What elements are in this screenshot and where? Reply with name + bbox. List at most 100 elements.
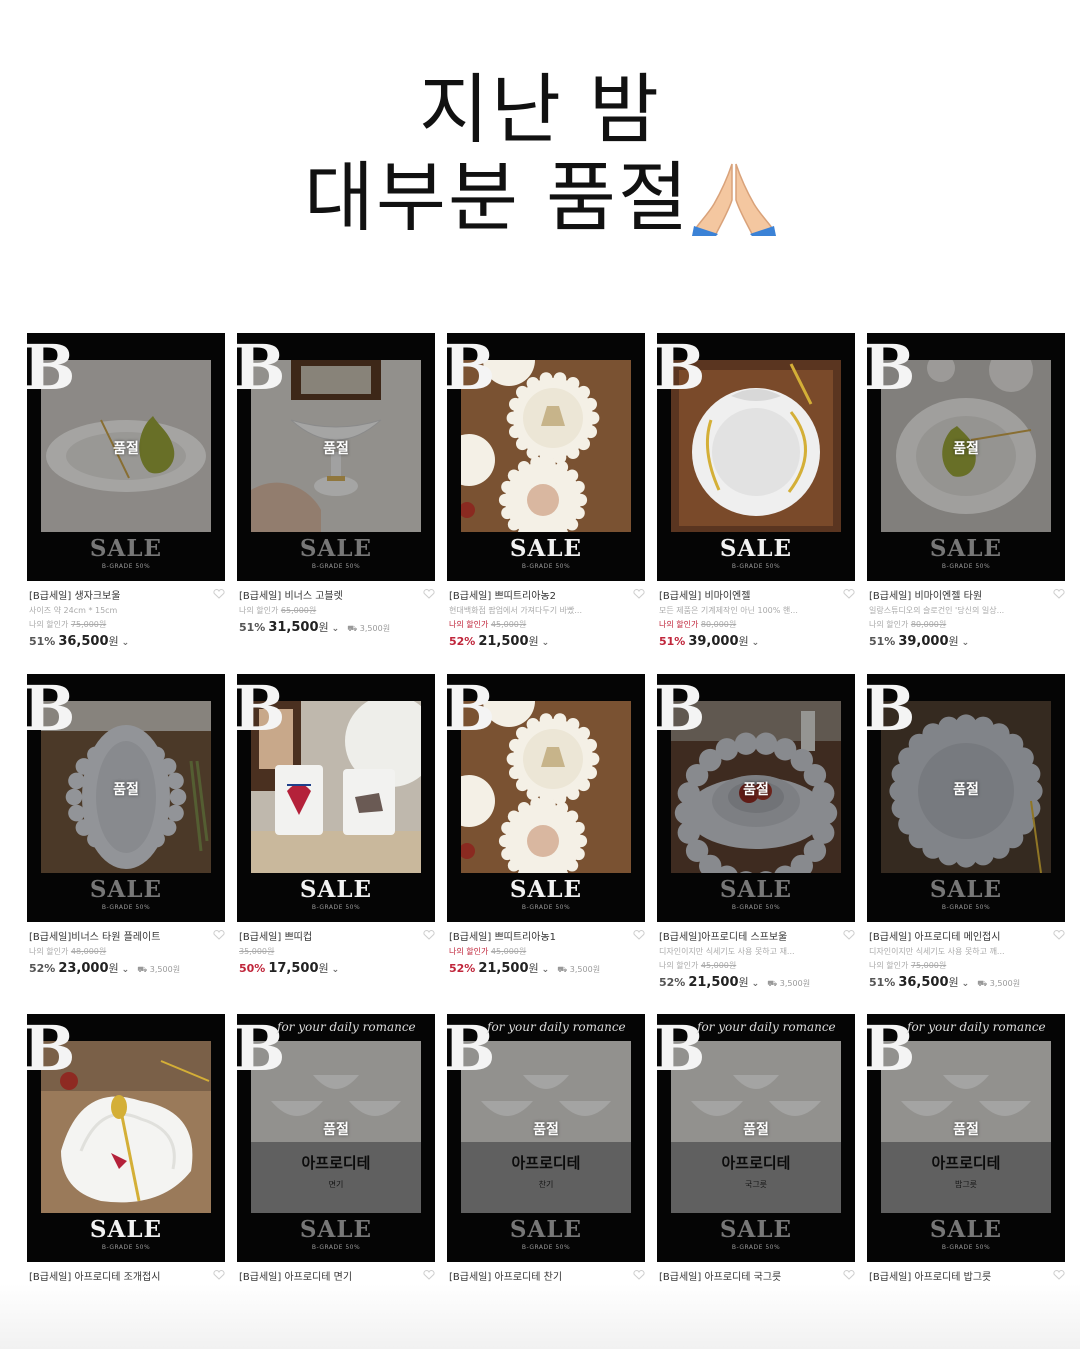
shipping-fee: ⛟ 3,500원 (137, 965, 181, 974)
soldout-label: 품절 (323, 1122, 349, 1138)
product-name[interactable]: [B급세일]아프로디테 스프보울 (659, 928, 853, 943)
brand-logo: B (447, 674, 495, 745)
product-card[interactable]: B SALE B-GRADE 50% [B급세일] 비마이엔젤 모든 제품은 기계… (657, 333, 855, 659)
product-thumbnail[interactable]: 품절 B SALE B-GRADE 50% (657, 674, 855, 922)
product-thumbnail[interactable]: 아프로디테 밥그릇 품절 B for your daily romance SAL… (867, 1014, 1065, 1262)
product-card[interactable]: B SALE B-GRADE 50% [B급세일] 쁘띠트리아농2 현대백화점 팝… (447, 333, 645, 659)
product-thumbnail[interactable]: 품절 B SALE B-GRADE 50% (27, 333, 225, 581)
price-row: 50% 17,500원 ⌄ (239, 960, 433, 976)
product-card[interactable]: B SALE B-GRADE 50% [B급세일] 쁘띠트리아농1 나의 할인가 … (447, 674, 645, 1000)
product-name[interactable]: [B급세일] 비마이엔젤 타원 (869, 587, 1063, 602)
product-info: [B급세일] 쁘띠컵 35,000원 50% 17,500원 ⌄ (239, 928, 433, 976)
sale-label: SALE (719, 876, 793, 903)
product-card[interactable]: 품절 B SALE B-GRADE 50% [B급세일] 비마이엔젤 타원일랑스… (867, 333, 1065, 659)
original-price-row: 나의 할인가 75,000원 (869, 960, 1063, 971)
product-info: [B급세일] 아프로디테 메인접시디자인이지만 식세기도 사용 못하고 깨...… (869, 928, 1063, 990)
script-caption: for your daily romance (907, 1020, 1046, 1034)
product-name[interactable]: [B급세일] 아프로디테 국그릇 (659, 1268, 853, 1283)
price-row: 52% 21,500원 ⌄ (449, 633, 643, 649)
chevron-down-icon[interactable]: ⌄ (752, 638, 760, 648)
chevron-down-icon[interactable]: ⌄ (332, 624, 340, 634)
product-thumbnail[interactable]: 아프로디테 면기 품절 B for your daily romance SALE… (237, 1014, 435, 1262)
chevron-down-icon[interactable]: ⌄ (332, 965, 340, 975)
product-thumbnail[interactable]: 품절 B SALE B-GRADE 50% (27, 674, 225, 922)
headline-line-2: 대부분 품절 (0, 160, 1080, 240)
product-info: [B급세일]아프로디테 스프보울 디자인이지만 식세기도 사용 못하고 재... 나… (659, 928, 853, 990)
shipping-fee-value: 3,500원 (779, 979, 811, 988)
sale-label: SALE (89, 535, 163, 562)
soldout-label: 품절 (533, 1122, 559, 1138)
product-thumbnail[interactable]: 아프로디테 찬기 품절 B for your daily romance SALE… (447, 1014, 645, 1262)
product-card[interactable]: 품절 B SALE B-GRADE 50% [B급세일]비너스 타원 플레이트나… (27, 674, 225, 1000)
sale-label: SALE (299, 1216, 373, 1243)
sale-price: 21,500 (478, 961, 529, 976)
discount-label: 나의 할인가 (239, 606, 279, 615)
product-description: 일랑스튜디오의 슬로건인 '당신의 일상... (869, 606, 1005, 615)
sale-label: SALE (509, 535, 583, 562)
product-name[interactable]: [B급세일] 생자크보울 (29, 587, 223, 602)
product-name[interactable]: [B급세일] 비마이엔젤 (659, 587, 853, 602)
product-thumbnail[interactable]: B SALE B-GRADE 50% (447, 333, 645, 581)
product-thumbnail[interactable]: 품절 B SALE B-GRADE 50% (867, 674, 1065, 922)
product-thumbnail[interactable]: B SALE B-GRADE 50% (657, 333, 855, 581)
product-thumbnail[interactable]: 품절 B SALE B-GRADE 50% (237, 333, 435, 581)
product-info: [B급세일] 아프로디테 국그릇 (659, 1268, 853, 1283)
brand-logo: B (27, 674, 75, 745)
product-description: 사이즈 약 24cm * 15cm (29, 606, 118, 615)
price-row: 51% 39,000원 ⌄ (659, 633, 853, 649)
grade-label: B-GRADE 50% (101, 904, 151, 911)
discount-label: 나의 할인가 (449, 620, 489, 629)
product-info: [B급세일] 생자크보울 사이즈 약 24cm * 15cm 나의 할인가 75,0… (29, 587, 223, 649)
sale-price: 31,500 (268, 620, 319, 635)
price-unit: 원 (948, 635, 959, 648)
soldout-label: 품절 (743, 782, 769, 798)
shipping-fee: ⛟ 3,500원 (347, 624, 391, 633)
product-name[interactable]: [B급세일] 아프로디테 메인접시 (869, 928, 1063, 943)
product-thumbnail[interactable]: 품절 B SALE B-GRADE 50% (867, 333, 1065, 581)
chevron-down-icon[interactable]: ⌄ (752, 979, 760, 989)
product-name[interactable]: [B급세일] 쁘띠컵 (239, 928, 433, 943)
discount-percent: 50% (239, 962, 266, 975)
product-thumbnail[interactable]: B SALE B-GRADE 50% (447, 674, 645, 922)
discount-percent: 51% (869, 635, 896, 648)
chevron-down-icon[interactable]: ⌄ (962, 638, 970, 648)
original-price: 75,000원 (910, 961, 947, 970)
chevron-down-icon[interactable]: ⌄ (962, 979, 970, 989)
product-name[interactable]: [B급세일] 아프로디테 면기 (239, 1268, 433, 1283)
product-description: 디자인이지만 식세기도 사용 못하고 깨... (869, 947, 1005, 956)
product-thumbnail[interactable]: B SALE B-GRADE 50% (237, 674, 435, 922)
headline-line-1: 지난 밤 (419, 65, 661, 154)
original-price-row: 나의 할인가 80,000원 (869, 619, 1063, 630)
script-caption: for your daily romance (697, 1020, 836, 1034)
product-name[interactable]: [B급세일] 아프로디테 조개접시 (29, 1268, 223, 1283)
sale-label: SALE (89, 1216, 163, 1243)
product-card[interactable]: 품절 B SALE B-GRADE 50% [B급세일] 비너스 고블렛나의 할… (237, 333, 435, 659)
product-card[interactable]: 품절 B SALE B-GRADE 50% [B급세일]아프로디테 스프보울 디자… (657, 674, 855, 1000)
original-price-row: 나의 할인가 45,000원 (659, 960, 853, 971)
product-thumbnail[interactable]: 아프로디테 국그릇 품절 B for your daily romance SAL… (657, 1014, 855, 1262)
shipping-fee: ⛟ 3,500원 (767, 979, 811, 988)
product-name[interactable]: [B급세일] 쁘띠트리아농2 (449, 587, 643, 602)
product-name[interactable]: [B급세일] 쁘띠트리아농1 (449, 928, 643, 943)
product-card[interactable]: B SALE B-GRADE 50% [B급세일] 쁘띠컵 35,000원 50%… (237, 674, 435, 1000)
original-price: 45,000원 (490, 620, 527, 629)
chevron-down-icon[interactable]: ⌄ (122, 638, 130, 648)
original-price-row: 나의 할인가 48,000원 (29, 946, 223, 957)
chevron-down-icon[interactable]: ⌄ (542, 638, 550, 648)
chevron-down-icon[interactable]: ⌄ (542, 965, 550, 975)
product-name[interactable]: [B급세일] 아프로디테 밥그릇 (869, 1268, 1063, 1283)
product-card[interactable]: 품절 B SALE B-GRADE 50% [B급세일] 아프로디테 메인접시디… (867, 674, 1065, 1000)
discount-percent: 51% (869, 976, 896, 989)
sale-price: 21,500 (688, 975, 739, 990)
price-unit: 원 (318, 621, 329, 634)
discount-label: 나의 할인가 (869, 961, 909, 970)
product-thumbnail[interactable]: B SALE B-GRADE 50% (27, 1014, 225, 1262)
product-card[interactable]: 품절 B SALE B-GRADE 50% [B급세일] 생자크보울사이즈 약 … (27, 333, 225, 659)
price-row: 51% 36,500원 ⌄ (29, 633, 223, 649)
product-name[interactable]: [B급세일] 비너스 고블렛 (239, 587, 433, 602)
product-name[interactable]: [B급세일] 아프로디테 찬기 (449, 1268, 643, 1283)
chevron-down-icon[interactable]: ⌄ (122, 965, 130, 975)
product-name[interactable]: [B급세일]비너스 타원 플레이트 (29, 928, 223, 943)
original-price-row: 35,000원 (239, 946, 433, 957)
grade-label: B-GRADE 50% (311, 1244, 361, 1251)
